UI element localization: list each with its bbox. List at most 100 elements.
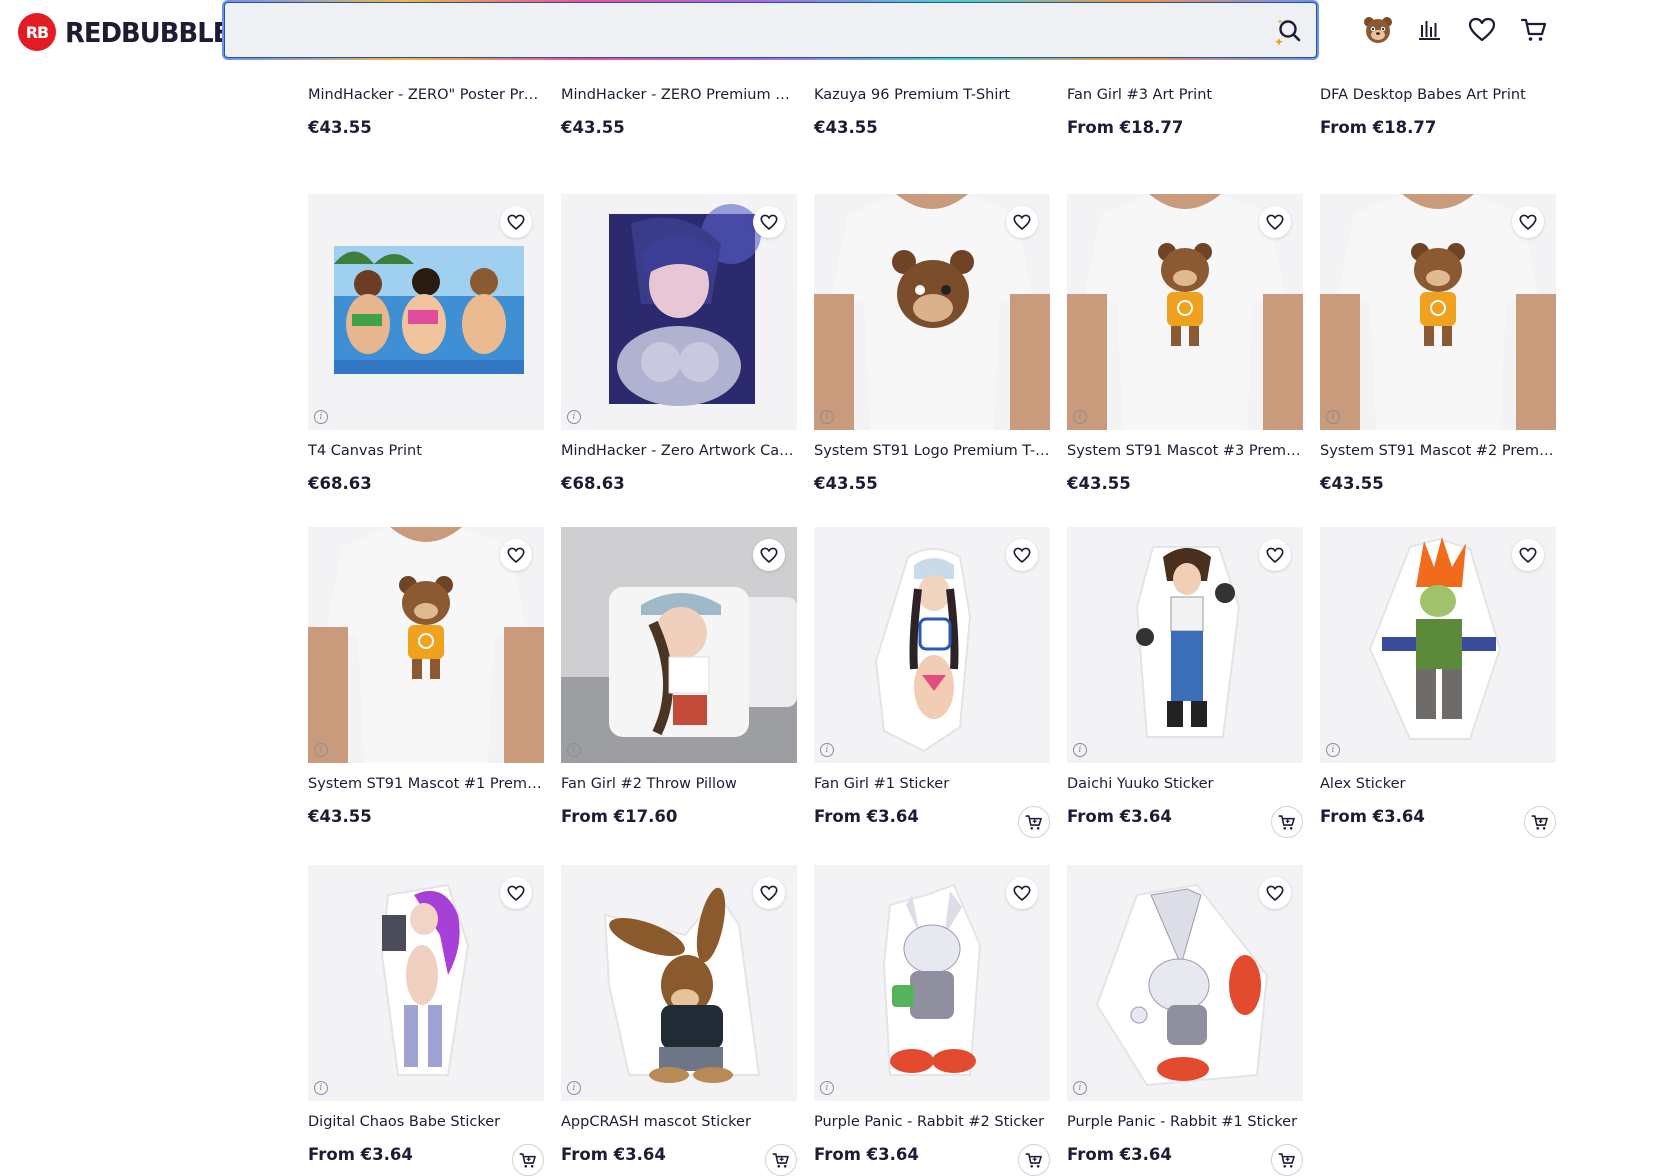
search-input[interactable] — [237, 3, 1237, 57]
product-price: From €3.64 — [814, 1145, 919, 1164]
favorite-button[interactable] — [500, 539, 532, 571]
favorite-button[interactable] — [753, 539, 785, 571]
info-icon[interactable]: i — [567, 1081, 581, 1095]
info-icon[interactable]: i — [567, 410, 581, 424]
product-title[interactable]: System ST91 Mascot #3 Premiu... — [1067, 443, 1303, 459]
favorite-button[interactable] — [1512, 206, 1544, 238]
info-icon[interactable]: i — [314, 410, 328, 424]
info-icon[interactable]: i — [820, 410, 834, 424]
product-image[interactable]: i — [1067, 865, 1303, 1101]
product-price: From €17.60 — [561, 807, 678, 826]
info-icon[interactable]: i — [1073, 743, 1087, 757]
favorite-button[interactable] — [1259, 877, 1291, 909]
product-title[interactable]: Digital Chaos Babe Sticker — [308, 1114, 544, 1130]
product-price: From €3.64 — [1067, 807, 1172, 826]
product-price: From €3.64 — [308, 1145, 413, 1164]
heart-icon — [1266, 214, 1284, 230]
cart-icon — [1520, 17, 1548, 43]
product-title[interactable]: Kazuya 96 Premium T-Shirt — [814, 87, 1050, 103]
product-price: From €3.64 — [1067, 1145, 1172, 1164]
product-image[interactable]: i — [814, 865, 1050, 1101]
product-title[interactable]: Purple Panic - Rabbit #1 Sticker — [1067, 1114, 1303, 1130]
product-title[interactable]: Fan Girl #2 Throw Pillow — [561, 776, 797, 792]
product-price: €43.55 — [1067, 474, 1131, 493]
info-icon[interactable]: i — [314, 1081, 328, 1095]
account-avatar-icon — [1362, 14, 1394, 46]
info-icon[interactable]: i — [567, 743, 581, 757]
add-to-cart-button[interactable] — [1524, 806, 1556, 838]
info-icon[interactable]: i — [820, 743, 834, 757]
info-icon[interactable]: i — [820, 1081, 834, 1095]
product-title[interactable]: Daichi Yuuko Sticker — [1067, 776, 1303, 792]
product-title[interactable]: MindHacker - ZERO" Poster Prem... — [308, 87, 544, 103]
favorite-button[interactable] — [1006, 539, 1038, 571]
heart-icon — [1013, 885, 1031, 901]
account-button[interactable] — [1362, 12, 1394, 48]
favorite-button[interactable] — [1512, 539, 1544, 571]
add-to-cart-icon — [772, 1152, 789, 1168]
search-button[interactable] — [1270, 13, 1306, 49]
product-price: From €3.64 — [814, 807, 919, 826]
product-image[interactable]: i — [308, 527, 544, 763]
info-icon[interactable]: i — [1073, 1081, 1087, 1095]
product-title[interactable]: System ST91 Mascot #2 Premiu... — [1320, 443, 1556, 459]
product-price: From €18.77 — [1067, 118, 1184, 137]
product-title[interactable]: MindHacker - Zero Artwork Canv... — [561, 443, 797, 459]
heart-icon — [1468, 17, 1496, 43]
product-price: €68.63 — [308, 474, 372, 493]
redbubble-logo[interactable]: RB REDBUBBLE — [18, 12, 244, 52]
product-image[interactable]: i — [308, 194, 544, 430]
add-to-cart-button[interactable] — [1018, 806, 1050, 838]
add-to-cart-button[interactable] — [765, 1144, 797, 1176]
dashboard-button[interactable] — [1414, 12, 1446, 48]
product-image[interactable]: i — [1320, 527, 1556, 763]
product-title[interactable]: MindHacker - ZERO Premium T-S... — [561, 87, 797, 103]
product-image[interactable]: i — [561, 865, 797, 1101]
favorite-button[interactable] — [753, 877, 785, 909]
product-image[interactable]: i — [1320, 194, 1556, 430]
add-to-cart-button[interactable] — [1018, 1144, 1050, 1176]
search-icon — [1273, 16, 1303, 46]
product-title[interactable]: T4 Canvas Print — [308, 443, 544, 459]
info-icon[interactable]: i — [314, 743, 328, 757]
heart-icon — [760, 547, 778, 563]
product-image[interactable]: i — [1067, 527, 1303, 763]
info-icon[interactable]: i — [1326, 410, 1340, 424]
product-title[interactable]: Fan Girl #1 Sticker — [814, 776, 1050, 792]
heart-icon — [1519, 547, 1537, 563]
product-title[interactable]: System ST91 Mascot #1 Premium... — [308, 776, 544, 792]
favorites-button[interactable] — [1466, 12, 1498, 48]
product-image[interactable]: i — [1067, 194, 1303, 430]
product-title[interactable]: DFA Desktop Babes Art Print — [1320, 87, 1556, 103]
add-to-cart-icon — [1278, 814, 1295, 830]
product-price: €43.55 — [1320, 474, 1384, 493]
add-to-cart-button[interactable] — [1271, 806, 1303, 838]
favorite-button[interactable] — [1259, 539, 1291, 571]
product-image[interactable]: i — [814, 527, 1050, 763]
favorite-button[interactable] — [500, 877, 532, 909]
header-actions — [1362, 12, 1550, 48]
info-icon[interactable]: i — [1073, 410, 1087, 424]
favorite-button[interactable] — [500, 206, 532, 238]
add-to-cart-icon — [1025, 814, 1042, 830]
favorite-button[interactable] — [753, 206, 785, 238]
add-to-cart-button[interactable] — [1271, 1144, 1303, 1176]
favorite-button[interactable] — [1006, 206, 1038, 238]
add-to-cart-button[interactable] — [512, 1144, 544, 1176]
heart-icon — [507, 885, 525, 901]
product-image[interactable]: i — [561, 194, 797, 430]
product-image[interactable]: i — [561, 527, 797, 763]
artist-dashboard-icon — [1417, 17, 1443, 43]
product-title[interactable]: System ST91 Logo Premium T-Sh... — [814, 443, 1050, 459]
product-image[interactable]: i — [814, 194, 1050, 430]
favorite-button[interactable] — [1006, 877, 1038, 909]
heart-icon — [760, 214, 778, 230]
product-title[interactable]: AppCRASH mascot Sticker — [561, 1114, 797, 1130]
product-title[interactable]: Fan Girl #3 Art Print — [1067, 87, 1303, 103]
product-title[interactable]: Alex Sticker — [1320, 776, 1556, 792]
product-image[interactable]: i — [308, 865, 544, 1101]
info-icon[interactable]: i — [1326, 743, 1340, 757]
product-title[interactable]: Purple Panic - Rabbit #2 Sticker — [814, 1114, 1050, 1130]
cart-button[interactable] — [1518, 12, 1550, 48]
favorite-button[interactable] — [1259, 206, 1291, 238]
